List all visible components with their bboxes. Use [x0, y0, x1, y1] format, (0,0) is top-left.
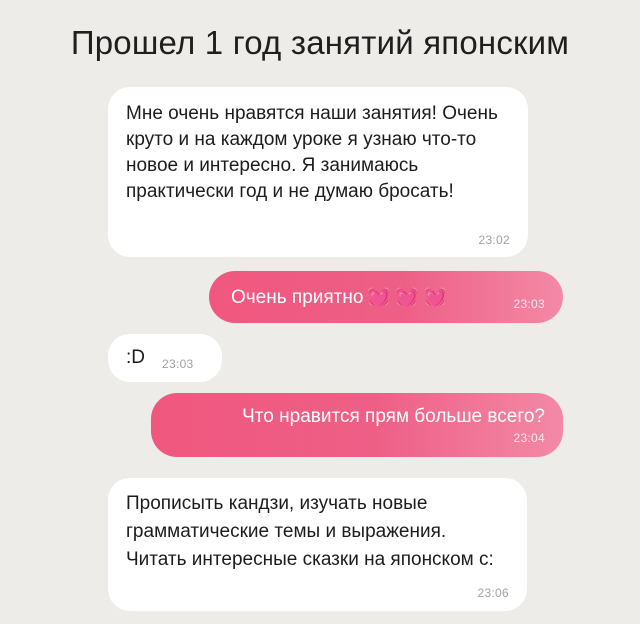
message-bubble-outgoing[interactable]: Что нравится прям больше всего? 23:04	[151, 393, 563, 457]
message-bubble-incoming[interactable]: Прописыть кандзи, изучать новые граммати…	[108, 478, 527, 611]
message-timestamp: 23:02	[478, 233, 510, 247]
message-bubble-incoming[interactable]: :D 23:03	[108, 334, 222, 382]
message-timestamp: 23:06	[477, 586, 509, 600]
message-timestamp: 23:03	[162, 357, 194, 371]
message-timestamp: 23:03	[513, 297, 545, 311]
message-text: Очень приятно	[231, 287, 364, 308]
message-text: Что нравится прям больше всего?	[242, 406, 545, 427]
message-text: :D	[126, 347, 145, 368]
message-bubble-outgoing[interactable]: Очень приятно 💓💓💓 23:03	[209, 271, 563, 323]
page-title: Прошел 1 год занятий японским	[70, 24, 570, 61]
heart-emoji-icon: 💓💓💓	[367, 287, 453, 307]
message-text: Прописыть кандзи, изучать новые граммати…	[126, 493, 494, 570]
message-timestamp: 23:04	[513, 431, 545, 445]
message-bubble-incoming[interactable]: Мне очень нравятся наши занятия! Очень к…	[108, 87, 528, 257]
message-text: Мне очень нравятся наши занятия! Очень к…	[126, 103, 498, 202]
